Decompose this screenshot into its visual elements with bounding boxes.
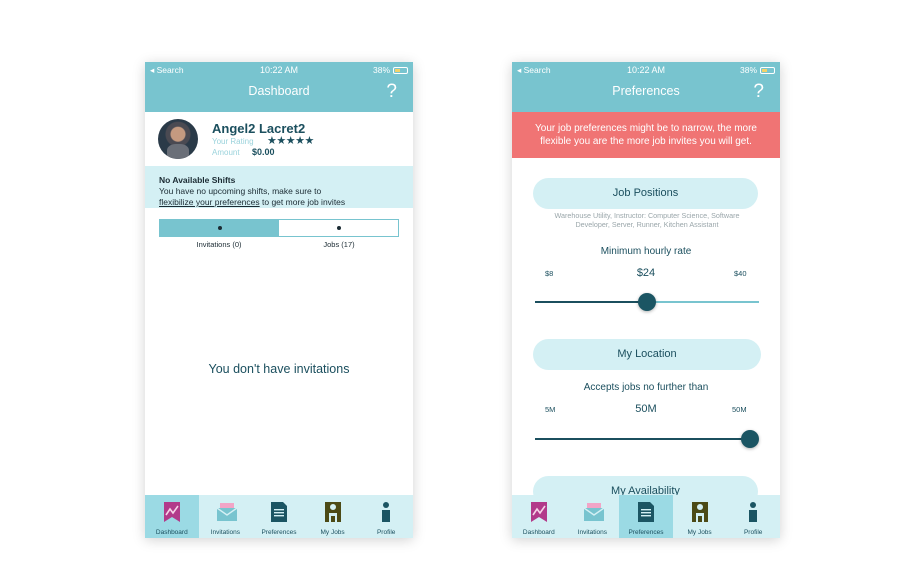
bottom-nav: Dashboard Invitations Preferences My Jobs Pr… — [512, 495, 780, 538]
preferences-screen: ◂ Search 10:22 AM 38% Preferences ? Your… — [512, 62, 780, 538]
dashboard-screen: ◂ Search 10:22 AM 38% Dashboard ? Angel2… — [145, 62, 413, 538]
nav-label: My Jobs — [320, 529, 345, 536]
document-icon — [270, 501, 288, 523]
tab-invitations[interactable] — [160, 220, 279, 236]
battery-icon — [760, 66, 775, 74]
tab-indicator-dot — [217, 226, 222, 230]
jobs-icon — [324, 501, 342, 523]
carrier-label[interactable]: ◂ Search — [150, 65, 184, 76]
nav-label: Dashboard — [155, 529, 188, 536]
job-positions-list: Warehouse Utility, Instructor: Computer … — [554, 211, 740, 229]
rating-stars: ★★★★★ — [267, 135, 314, 147]
distance-slider-track[interactable] — [535, 430, 759, 448]
amount-value: $0.00 — [252, 147, 275, 157]
distance-max: 50M — [732, 405, 747, 414]
preferences-link[interactable]: flexibilize your preferences — [159, 197, 260, 207]
nav-item-my-jobs[interactable]: My Jobs — [306, 495, 360, 538]
profile-summary: Angel2 Lacret2 Your Rating ★★★★★ Amount … — [145, 112, 413, 166]
job-positions-button[interactable]: Job Positions — [533, 178, 758, 209]
rate-slider-track[interactable] — [535, 293, 759, 311]
clock: 10:22 AM — [259, 65, 299, 75]
avatar[interactable] — [158, 119, 198, 159]
notice-line-1: You have no upcoming shifts, make sure t… — [159, 186, 322, 196]
battery-icon — [393, 66, 408, 74]
nav-label: Invitations — [210, 529, 241, 536]
nav-item-profile[interactable]: Profile — [359, 495, 413, 538]
no-shifts-notice: No Available Shifts You have no upcoming… — [145, 166, 413, 208]
nav-item-invitations[interactable]: Invitations — [199, 495, 253, 538]
nav-label: Invitations — [577, 529, 608, 536]
segmented-tabs — [159, 219, 399, 237]
notice-line-2: flexibilize your preferences to get more… — [159, 197, 399, 208]
help-button[interactable]: ? — [753, 81, 764, 103]
battery-indicator: 38% — [373, 65, 408, 75]
rate-slider-thumb[interactable] — [638, 293, 656, 311]
notice-line-2-rest: to get more job invites — [259, 197, 346, 207]
distance-slider-fill — [535, 438, 750, 440]
amount-label: Amount — [212, 148, 240, 157]
rate-slider-fill — [535, 301, 647, 303]
status-bar: ◂ Search 10:22 AM 38% — [150, 65, 408, 77]
status-bar: ◂ Search 10:22 AM 38% — [517, 65, 775, 77]
nav-item-profile[interactable]: Profile — [726, 495, 780, 538]
header: ◂ Search 10:22 AM 38% Dashboard ? — [145, 62, 413, 112]
jobs-icon — [691, 501, 709, 523]
location-sub-label: Accepts jobs no further than — [583, 382, 709, 393]
nav-item-dashboard[interactable]: Dashboard — [512, 495, 566, 538]
nav-label: Dashboard — [522, 529, 555, 536]
tab-jobs[interactable] — [279, 220, 398, 236]
dashboard-icon — [530, 501, 548, 523]
notice-title: No Available Shifts — [159, 175, 236, 185]
my-location-button[interactable]: My Location — [533, 339, 761, 370]
tab-invitations-label[interactable]: Invitations (0) — [159, 240, 279, 249]
nav-item-preferences[interactable]: Preferences — [252, 495, 306, 538]
person-icon — [744, 501, 762, 523]
bottom-nav: Dashboard Invitations Preferences My Jobs Pr… — [145, 495, 413, 538]
rate-max: $40 — [734, 269, 747, 278]
distance-slider-thumb[interactable] — [741, 430, 759, 448]
envelope-icon — [583, 501, 605, 523]
carrier-label[interactable]: ◂ Search — [517, 65, 551, 76]
tab-jobs-label[interactable]: Jobs (17) — [279, 240, 399, 249]
document-icon — [637, 501, 655, 523]
person-icon — [377, 501, 395, 523]
page-title: Preferences — [612, 84, 680, 98]
empty-state-message: You don't have invitations — [208, 362, 350, 376]
clock: 10:22 AM — [626, 65, 666, 75]
nav-item-preferences[interactable]: Preferences — [619, 495, 673, 538]
nav-label: Profile — [376, 529, 396, 536]
nav-label: Preferences — [261, 529, 297, 536]
nav-label: Preferences — [628, 529, 664, 536]
nav-label: Profile — [743, 529, 763, 536]
envelope-icon — [216, 501, 238, 523]
battery-percent: 38% — [739, 65, 757, 75]
hourly-rate-label: Minimum hourly rate — [600, 246, 692, 257]
help-button[interactable]: ? — [386, 81, 397, 103]
page-title: Dashboard — [248, 84, 310, 98]
nav-label: My Jobs — [687, 529, 712, 536]
dashboard-icon — [163, 501, 181, 523]
battery-percent: 38% — [372, 65, 390, 75]
nav-item-dashboard[interactable]: Dashboard — [145, 495, 199, 538]
tab-indicator-dot — [336, 226, 341, 230]
narrow-preferences-warning: Your job preferences might be to narrow,… — [512, 112, 780, 158]
nav-item-invitations[interactable]: Invitations — [566, 495, 620, 538]
battery-indicator: 38% — [740, 65, 775, 75]
header: ◂ Search 10:22 AM 38% Preferences ? — [512, 62, 780, 112]
nav-item-my-jobs[interactable]: My Jobs — [673, 495, 727, 538]
rating-label: Your Rating — [212, 137, 254, 146]
